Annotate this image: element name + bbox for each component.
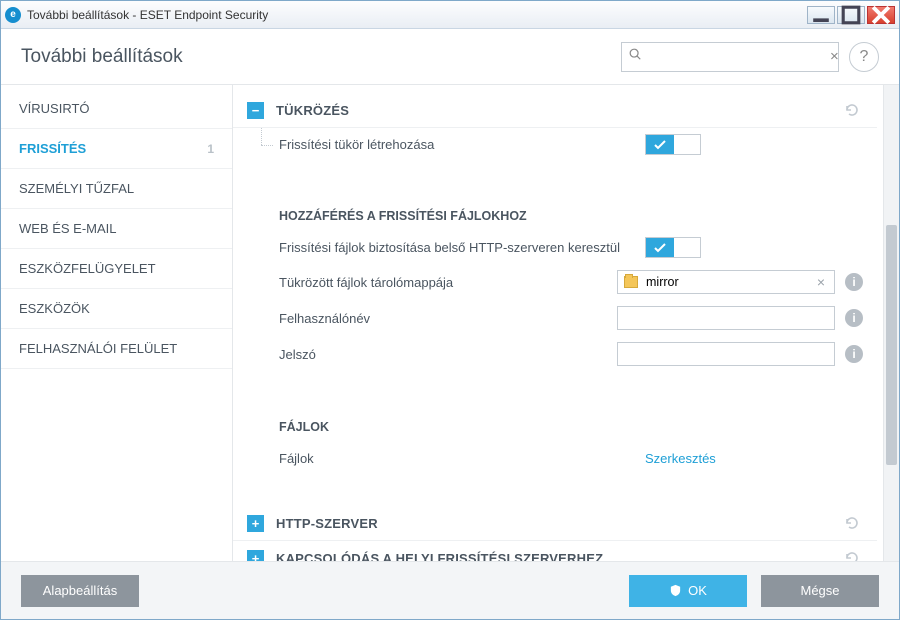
input-mirror-folder[interactable]: × xyxy=(617,270,835,294)
check-icon xyxy=(646,238,674,257)
section-files: FÁJLOK Fájlok Szerkesztés xyxy=(233,404,877,474)
titlebar: e További beállítások - ESET Endpoint Se… xyxy=(1,1,899,29)
input-password[interactable] xyxy=(617,342,835,366)
body: VÍRUSIRTÓ FRISSÍTÉS 1 SZEMÉLYI TŰZFAL WE… xyxy=(1,85,899,561)
row-files: Fájlok Szerkesztés xyxy=(233,442,877,474)
page-title: További beállítások xyxy=(21,46,621,68)
section-access: HOZZÁFÉRÉS A FRISSÍTÉSI FÁJLOKHOZ Frissí… xyxy=(233,193,877,372)
row-create-mirror: Frissítési tükör létrehozása xyxy=(233,128,877,161)
mirror-folder-field[interactable] xyxy=(644,274,814,290)
label-files: Fájlok xyxy=(279,451,645,466)
sidebar-item-antivirus[interactable]: VÍRUSIRTÓ xyxy=(1,89,232,129)
section-header-http-server[interactable]: + HTTP-SZERVER xyxy=(233,506,877,541)
section-mirror: − TÜKRÖZÉS Frissítési tükör létrehozása xyxy=(233,93,877,161)
info-icon[interactable]: i xyxy=(845,345,863,363)
expand-icon[interactable]: + xyxy=(247,515,264,532)
link-edit-files[interactable]: Szerkesztés xyxy=(645,451,716,466)
row-http-serve: Frissítési fájlok biztosítása belső HTTP… xyxy=(233,231,877,264)
sidebar-item-update[interactable]: FRISSÍTÉS 1 xyxy=(1,129,232,169)
scrollbar-thumb[interactable] xyxy=(886,225,897,465)
search-icon xyxy=(628,47,642,66)
sidebar-item-ui[interactable]: FELHASZNÁLÓI FELÜLET xyxy=(1,329,232,369)
sidebar-item-tools[interactable]: ESZKÖZÖK xyxy=(1,289,232,329)
sidebar-item-firewall[interactable]: SZEMÉLYI TŰZFAL xyxy=(1,169,232,209)
label-password: Jelszó xyxy=(279,347,617,362)
collapse-icon[interactable]: − xyxy=(247,102,264,119)
default-button[interactable]: Alapbeállítás xyxy=(21,575,139,607)
search-input[interactable] xyxy=(646,48,826,65)
sidebar-item-label: ESZKÖZFELÜGYELET xyxy=(19,261,156,276)
label-username: Felhasználónév xyxy=(279,311,617,326)
shield-icon xyxy=(669,584,682,597)
revert-icon[interactable] xyxy=(841,514,863,532)
subsection-title-files: FÁJLOK xyxy=(233,404,877,442)
toggle-http-serve[interactable] xyxy=(645,237,701,258)
window-title: További beállítások - ESET Endpoint Secu… xyxy=(27,8,807,22)
info-icon[interactable]: i xyxy=(845,309,863,327)
content: − TÜKRÖZÉS Frissítési tükör létrehozása xyxy=(233,85,883,561)
section-title: HTTP-SZERVER xyxy=(276,516,841,531)
sidebar-item-label: VÍRUSIRTÓ xyxy=(19,101,90,116)
search-box[interactable]: × xyxy=(621,42,839,72)
scrollbar[interactable] xyxy=(883,85,899,561)
window-controls xyxy=(807,6,895,24)
revert-icon[interactable] xyxy=(841,549,863,561)
sidebar: VÍRUSIRTÓ FRISSÍTÉS 1 SZEMÉLYI TŰZFAL WE… xyxy=(1,85,233,561)
subsection-title-access: HOZZÁFÉRÉS A FRISSÍTÉSI FÁJLOKHOZ xyxy=(233,193,877,231)
info-icon[interactable]: i xyxy=(845,273,863,291)
ok-button-label: OK xyxy=(688,583,707,598)
label-http-serve: Frissítési fájlok biztosítása belső HTTP… xyxy=(279,240,645,255)
section-title: TÜKRÖZÉS xyxy=(276,103,841,118)
password-field[interactable] xyxy=(624,346,828,362)
toggle-create-mirror[interactable] xyxy=(645,134,701,155)
sidebar-item-label: ESZKÖZÖK xyxy=(19,301,90,316)
sidebar-item-label: FRISSÍTÉS xyxy=(19,141,86,156)
section-header-local-update-connect[interactable]: + KAPCSOLÓDÁS A HELYI FRISSÍTÉSI SZERVER… xyxy=(233,541,877,561)
folder-icon xyxy=(624,276,638,288)
app-window: e További beállítások - ESET Endpoint Se… xyxy=(0,0,900,620)
header: További beállítások × ? xyxy=(1,29,899,85)
eset-logo-icon: e xyxy=(5,7,21,23)
sidebar-badge: 1 xyxy=(207,142,214,156)
cancel-button[interactable]: Mégse xyxy=(761,575,879,607)
content-wrap: − TÜKRÖZÉS Frissítési tükör létrehozása xyxy=(233,85,899,561)
sidebar-item-label: SZEMÉLYI TŰZFAL xyxy=(19,181,134,196)
ok-button[interactable]: OK xyxy=(629,575,747,607)
section-header-mirror[interactable]: − TÜKRÖZÉS xyxy=(233,93,877,128)
check-icon xyxy=(646,135,674,154)
row-mirror-folder: Tükrözött fájlok tárolómappája × i xyxy=(233,264,877,300)
clear-icon[interactable]: × xyxy=(814,274,828,290)
expand-icon[interactable]: + xyxy=(247,550,264,562)
minimize-button[interactable] xyxy=(807,6,835,24)
sidebar-item-label: WEB ÉS E-MAIL xyxy=(19,221,117,236)
label-mirror-folder: Tükrözött fájlok tárolómappája xyxy=(279,275,617,290)
search-clear-icon[interactable]: × xyxy=(830,48,839,65)
label-create-mirror: Frissítési tükör létrehozása xyxy=(279,137,645,152)
maximize-button[interactable] xyxy=(837,6,865,24)
row-password: Jelszó i xyxy=(233,336,877,372)
sidebar-item-device-control[interactable]: ESZKÖZFELÜGYELET xyxy=(1,249,232,289)
username-field[interactable] xyxy=(624,310,828,326)
input-username[interactable] xyxy=(617,306,835,330)
revert-icon[interactable] xyxy=(841,101,863,119)
row-username: Felhasználónév i xyxy=(233,300,877,336)
sidebar-item-web-email[interactable]: WEB ÉS E-MAIL xyxy=(1,209,232,249)
close-button[interactable] xyxy=(867,6,895,24)
section-title: KAPCSOLÓDÁS A HELYI FRISSÍTÉSI SZERVERHE… xyxy=(276,551,841,562)
sidebar-item-label: FELHASZNÁLÓI FELÜLET xyxy=(19,341,177,356)
footer: Alapbeállítás OK Mégse xyxy=(1,561,899,619)
help-button[interactable]: ? xyxy=(849,42,879,72)
